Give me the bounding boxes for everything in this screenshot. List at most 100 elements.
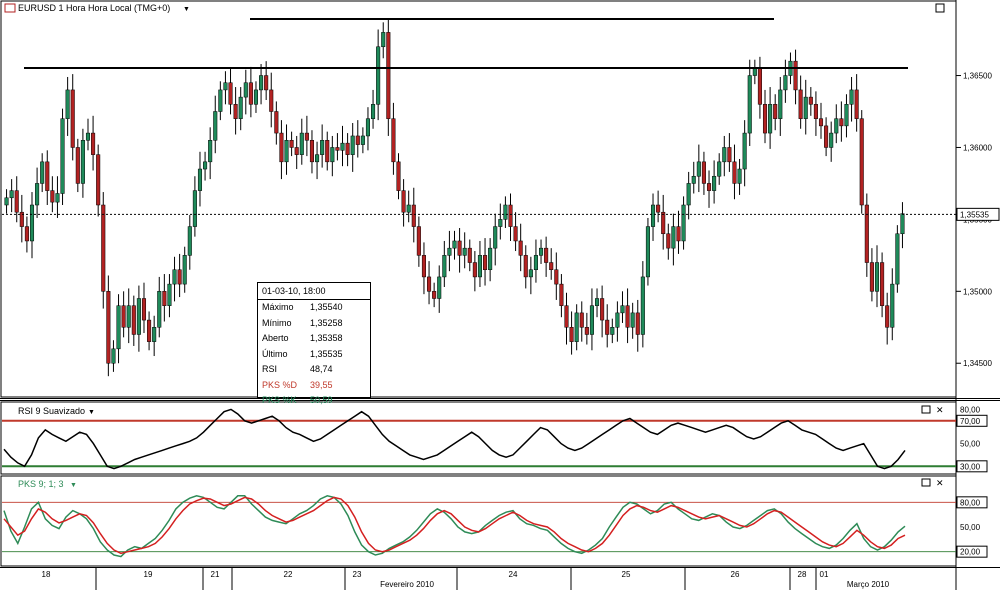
candle-up [742, 132, 747, 170]
candle-down [91, 132, 96, 155]
rsi-chevron-down-icon[interactable]: ▼ [88, 409, 95, 416]
candle-up [691, 175, 696, 184]
price-tick-label: 1,35000 [963, 287, 992, 296]
candle-up [60, 118, 65, 194]
candle-up [752, 68, 757, 76]
candle-up [874, 262, 880, 292]
candle-up [35, 183, 40, 206]
candle-up [895, 233, 900, 285]
pks-chevron-down-icon[interactable]: ▼ [70, 482, 77, 489]
candle-down [294, 147, 299, 155]
candle-down [147, 319, 152, 342]
x-tick-label: 23 [353, 570, 362, 579]
rsi-tick-label: 80,00 [960, 405, 981, 414]
candle-down [131, 305, 136, 335]
x-month-label: Março 2010 [847, 580, 890, 589]
rsi-minimize-icon[interactable] [921, 405, 931, 414]
candle-up [350, 135, 355, 155]
candle-up [437, 276, 442, 299]
info-row: Máximo 1,35540 [262, 302, 343, 312]
candle-down [483, 255, 488, 270]
x-tick-label: 22 [284, 570, 293, 579]
candle-up [615, 312, 620, 328]
candle-up [783, 75, 788, 91]
candle-down [818, 118, 824, 127]
pks-minimize-icon[interactable] [921, 478, 931, 487]
candle-down [411, 204, 416, 227]
candle-up [284, 140, 289, 163]
candle-down [75, 147, 80, 184]
candle-down [885, 305, 890, 328]
candle-up [371, 104, 376, 119]
maximize-icon[interactable] [935, 3, 945, 13]
candle-down [421, 255, 426, 278]
candle-up [650, 204, 656, 227]
pks-tick-label: 50,00 [960, 523, 981, 532]
candle-up [640, 276, 645, 335]
candle-down [472, 262, 477, 278]
candle-down [869, 262, 874, 292]
candle-down [467, 247, 472, 263]
candle-down [798, 89, 803, 119]
candle-up [747, 75, 752, 134]
candle-up [533, 255, 538, 270]
candle-up [477, 255, 482, 278]
candle-down [549, 262, 554, 270]
pks-close-icon[interactable]: ✕ [936, 478, 944, 488]
candle-down [427, 276, 432, 292]
candle-down [274, 111, 279, 134]
candle-up [55, 193, 60, 203]
candle-down [559, 283, 564, 306]
candle-up [447, 247, 452, 256]
candle-down [605, 319, 610, 335]
candle-up [9, 190, 14, 199]
candle-down [513, 226, 518, 242]
candle-down [386, 32, 391, 119]
x-tick-label: 26 [731, 570, 740, 579]
candle-down [635, 312, 640, 335]
x-month-label: Fevereiro 2010 [380, 580, 434, 589]
candle-up [452, 240, 457, 249]
candle-down [233, 104, 238, 119]
info-row: Mínimo 1,35258 [262, 317, 343, 328]
chart-canvas: 1,365001,360001,355001,350001,34500 1,35… [0, 0, 1000, 590]
candle-up [238, 96, 243, 119]
candle-up [203, 161, 208, 170]
x-tick-label: 19 [144, 570, 153, 579]
candle-up [259, 75, 264, 91]
candle-down [14, 190, 19, 213]
candle-up [594, 298, 600, 306]
candle-down [396, 161, 401, 191]
candle-down [824, 125, 829, 148]
price-tick-label: 1,36000 [963, 143, 992, 152]
candle-down [762, 104, 768, 134]
candle-up [136, 298, 141, 335]
candle-up [111, 348, 116, 364]
rsi-title: RSI 9 Suavizado [18, 406, 85, 416]
candle-up [167, 283, 172, 306]
candle-up [574, 312, 579, 342]
candle-up [630, 312, 635, 328]
candle-down [757, 68, 762, 105]
candle-up [696, 161, 701, 177]
candle-down [70, 89, 75, 148]
rsi-tick-label: 30,00 [960, 462, 981, 471]
rsi-close-icon[interactable]: ✕ [936, 405, 944, 415]
candle-down [162, 291, 167, 306]
chevron-down-icon[interactable]: ▼ [183, 6, 190, 13]
info-row: Último 1,35535 [262, 348, 343, 359]
candle-down [661, 211, 666, 235]
candle-down [839, 118, 844, 127]
candle-up [365, 118, 370, 137]
candle-down [45, 161, 50, 191]
candle-up [737, 168, 742, 184]
candle-up [192, 190, 197, 227]
candle-down [432, 291, 437, 299]
candle-up [834, 118, 839, 134]
candle-down [355, 135, 360, 145]
candle-up [218, 89, 223, 112]
candle-up [849, 89, 854, 105]
candle-up [299, 132, 304, 155]
candle-down [600, 298, 605, 321]
candle-down [584, 327, 589, 335]
